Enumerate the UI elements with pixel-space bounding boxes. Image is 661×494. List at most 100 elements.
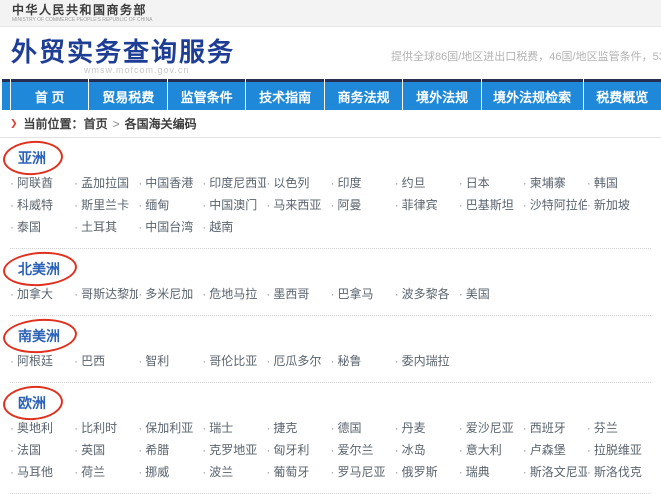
country-link[interactable]: ·印度 bbox=[330, 173, 394, 194]
country-link[interactable]: ·爱沙尼亚 bbox=[459, 418, 523, 439]
country-link[interactable]: ·波多黎各 bbox=[395, 284, 459, 305]
country-link[interactable]: ·斯洛文尼亚 bbox=[523, 462, 587, 483]
country-label: 约旦 bbox=[402, 176, 426, 190]
country-label: 加拿大 bbox=[17, 287, 53, 301]
country-link[interactable]: ·科威特 bbox=[10, 195, 74, 216]
country-label: 秘鲁 bbox=[337, 354, 361, 368]
country-link[interactable]: ·墨西哥 bbox=[266, 284, 330, 305]
country-link[interactable]: ·罗马尼亚 bbox=[330, 462, 394, 483]
country-link[interactable]: ·厄瓜多尔 bbox=[266, 351, 330, 372]
country-link[interactable]: ·智利 bbox=[138, 351, 202, 372]
country-link[interactable]: ·哥斯达黎加 bbox=[74, 284, 138, 305]
country-link[interactable]: ·斯洛伐克 bbox=[587, 462, 651, 483]
bullet-dot-icon: · bbox=[74, 287, 78, 301]
country-link[interactable]: ·希腊 bbox=[138, 440, 202, 461]
country-link[interactable]: ·沙特阿拉伯 bbox=[523, 195, 587, 216]
country-link[interactable]: ·以色列 bbox=[266, 173, 330, 194]
bullet-dot-icon: · bbox=[587, 421, 591, 435]
country-link[interactable]: ·斯里兰卡 bbox=[74, 195, 138, 216]
country-link[interactable]: ·葡萄牙 bbox=[266, 462, 330, 483]
section-title[interactable]: 南美洲 bbox=[18, 328, 60, 344]
nav-tab-4[interactable]: 技术指南 bbox=[246, 79, 323, 110]
country-link[interactable]: ·约旦 bbox=[395, 173, 459, 194]
country-link[interactable]: ·多米尼加 bbox=[138, 284, 202, 305]
bullet-dot-icon: · bbox=[74, 421, 78, 435]
country-link[interactable]: ·德国 bbox=[330, 418, 394, 439]
country-link[interactable]: ·缅甸 bbox=[138, 195, 202, 216]
site-title[interactable]: 外贸实务查询服务 bbox=[11, 32, 235, 69]
breadcrumb-home-link[interactable]: 首页 bbox=[84, 115, 108, 132]
nav-tab-3[interactable]: 监管条件 bbox=[168, 79, 245, 110]
country-label: 拉脱维亚 bbox=[594, 443, 642, 457]
country-link[interactable]: ·芬兰 bbox=[587, 418, 651, 439]
country-link[interactable]: ·巴拿马 bbox=[330, 284, 394, 305]
section-title[interactable]: 亚洲 bbox=[18, 150, 46, 166]
country-link[interactable]: ·西班牙 bbox=[523, 418, 587, 439]
country-link[interactable]: ·克罗地亚 bbox=[202, 440, 266, 461]
bullet-dot-icon: · bbox=[266, 176, 270, 190]
country-link[interactable]: ·危地马拉 bbox=[202, 284, 266, 305]
country-link[interactable]: ·秘鲁 bbox=[330, 351, 394, 372]
country-link[interactable]: ·捷克 bbox=[266, 418, 330, 439]
country-link[interactable]: ·俄罗斯 bbox=[395, 462, 459, 483]
country-link[interactable]: ·卢森堡 bbox=[523, 440, 587, 461]
country-link[interactable]: ·加拿大 bbox=[10, 284, 74, 305]
country-link[interactable]: ·印度尼西亚 bbox=[202, 173, 266, 194]
country-link[interactable]: ·冰岛 bbox=[395, 440, 459, 461]
country-label: 中国澳门 bbox=[209, 198, 257, 212]
country-link[interactable]: ·意大利 bbox=[459, 440, 523, 461]
country-link[interactable]: ·瑞士 bbox=[202, 418, 266, 439]
country-link[interactable]: ·匈牙利 bbox=[266, 440, 330, 461]
country-link[interactable]: ·新加坡 bbox=[587, 195, 651, 216]
country-link[interactable]: ·比利时 bbox=[74, 418, 138, 439]
bullet-dot-icon: · bbox=[138, 421, 142, 435]
section-title[interactable]: 欧洲 bbox=[18, 395, 46, 411]
nav-tab-5[interactable]: 商务法规 bbox=[325, 79, 402, 110]
country-link[interactable]: ·土耳其 bbox=[74, 217, 138, 238]
country-link[interactable]: ·法国 bbox=[10, 440, 74, 461]
country-link[interactable]: ·挪威 bbox=[138, 462, 202, 483]
country-link[interactable]: ·爱尔兰 bbox=[330, 440, 394, 461]
country-link[interactable]: ·柬埔寨 bbox=[523, 173, 587, 194]
nav-tab-7[interactable]: 境外法规检索 bbox=[482, 79, 583, 110]
country-link[interactable]: ·阿联酋 bbox=[10, 173, 74, 194]
continent-section: 欧洲·奥地利·比利时·保加利亚·瑞士·捷克·德国·丹麦·爱沙尼亚·西班牙·芬兰·… bbox=[10, 383, 651, 494]
bullet-dot-icon: · bbox=[395, 287, 399, 301]
nav-tab-2[interactable]: 贸易税费 bbox=[89, 79, 166, 110]
country-link[interactable]: ·阿曼 bbox=[330, 195, 394, 216]
country-link[interactable]: ·美国 bbox=[459, 284, 523, 305]
country-link[interactable]: ·巴西 bbox=[74, 351, 138, 372]
country-link[interactable]: ·阿根廷 bbox=[10, 351, 74, 372]
breadcrumb-label: 当前位置： bbox=[24, 115, 84, 132]
country-link[interactable]: ·中国香港 bbox=[138, 173, 202, 194]
country-link[interactable]: ·荷兰 bbox=[74, 462, 138, 483]
bullet-dot-icon: · bbox=[74, 198, 78, 212]
nav-tab-8[interactable]: 税费概览 bbox=[584, 79, 661, 110]
country-link[interactable]: ·菲律宾 bbox=[395, 195, 459, 216]
nav-tab-1[interactable]: 首 页 bbox=[11, 79, 88, 110]
country-link[interactable]: ·丹麦 bbox=[395, 418, 459, 439]
country-link[interactable]: ·英国 bbox=[74, 440, 138, 461]
bullet-dot-icon: · bbox=[395, 198, 399, 212]
country-link[interactable]: ·中国澳门 bbox=[202, 195, 266, 216]
country-link[interactable]: ·马耳他 bbox=[10, 462, 74, 483]
bullet-dot-icon: · bbox=[587, 176, 591, 190]
country-link[interactable]: ·泰国 bbox=[10, 217, 74, 238]
nav-tab-6[interactable]: 境外法规 bbox=[403, 79, 480, 110]
country-link[interactable]: ·委内瑞拉 bbox=[395, 351, 459, 372]
section-title[interactable]: 北美洲 bbox=[18, 261, 60, 277]
country-link[interactable]: ·哥伦比亚 bbox=[202, 351, 266, 372]
country-link[interactable]: ·保加利亚 bbox=[138, 418, 202, 439]
country-link[interactable]: ·拉脱维亚 bbox=[587, 440, 651, 461]
country-link[interactable]: ·中国台湾 bbox=[138, 217, 202, 238]
country-link[interactable]: ·巴基斯坦 bbox=[459, 195, 523, 216]
country-link[interactable]: ·日本 bbox=[459, 173, 523, 194]
country-link[interactable]: ·马来西亚 bbox=[266, 195, 330, 216]
country-link[interactable]: ·瑞典 bbox=[459, 462, 523, 483]
country-link[interactable]: ·越南 bbox=[202, 217, 266, 238]
country-link[interactable]: ·韩国 bbox=[587, 173, 651, 194]
country-link[interactable]: ·波兰 bbox=[202, 462, 266, 483]
bullet-dot-icon: · bbox=[10, 443, 14, 457]
country-link[interactable]: ·孟加拉国 bbox=[74, 173, 138, 194]
country-link[interactable]: ·奥地利 bbox=[10, 418, 74, 439]
